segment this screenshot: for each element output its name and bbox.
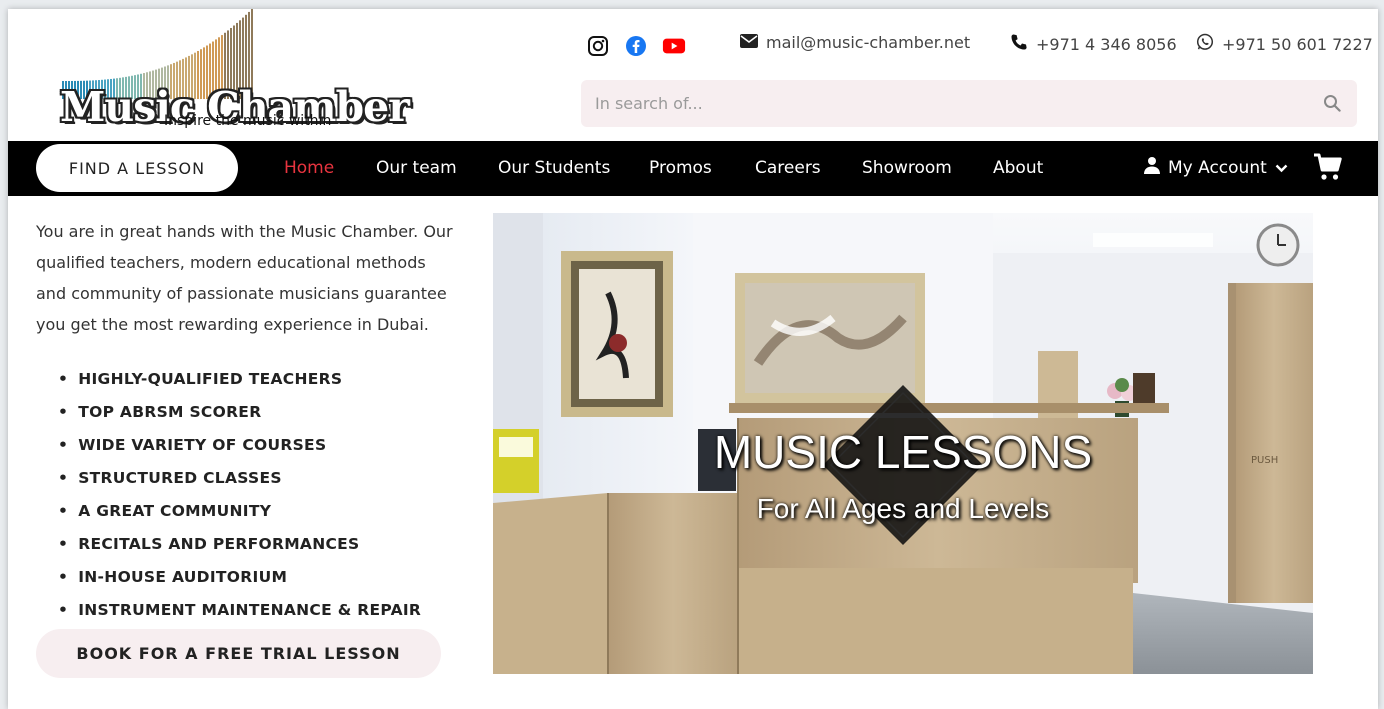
nav-item-our-students[interactable]: Our Students [498,158,610,178]
whatsapp-number: +971 50 601 7227 [1222,34,1373,54]
chevron-down-icon [1275,158,1288,178]
list-item: TOP ABRSM SCORER [58,398,421,431]
email-address: mail@music-chamber.net [766,33,971,52]
list-item: INSTRUMENT MAINTENANCE & REPAIR [58,596,421,629]
book-free-trial-button[interactable]: BOOK FOR A FREE TRIAL LESSON [36,629,441,678]
youtube-icon[interactable] [662,35,686,57]
email-contact[interactable]: mail@music-chamber.net [740,33,970,52]
instagram-icon[interactable] [586,35,610,57]
search-icon[interactable] [1323,94,1341,116]
list-item: STRUCTURED CLASSES [58,464,421,497]
site-logo[interactable]: Music Chamber Inspire the music within [58,9,410,137]
my-account-menu[interactable]: My Account [1144,156,1288,179]
list-item: HIGHLY-QUALIFIED TEACHERS [58,365,421,398]
nav-item-showroom[interactable]: Showroom [862,158,952,178]
cart-icon[interactable] [1313,153,1343,185]
list-item: A GREAT COMMUNITY [58,497,421,530]
my-account-label: My Account [1168,157,1267,178]
find-a-lesson-button[interactable]: FIND A LESSON [36,144,238,192]
list-item: IN-HOUSE AUDITORIUM [58,563,421,596]
main-nav: FIND A LESSON Home Our team Our Students… [8,141,1378,196]
nav-item-careers[interactable]: Careers [755,158,821,178]
whatsapp-contact[interactable]: +971 50 601 7227 [1196,33,1373,55]
facebook-icon[interactable] [624,35,648,57]
nav-item-promos[interactable]: Promos [649,158,712,178]
phone-contact[interactable]: +971 4 346 8056 [1010,33,1177,55]
phone-icon [1010,33,1028,55]
nav-item-home[interactable]: Home [284,158,334,178]
hero-subtitle: For All Ages and Levels [756,493,1050,524]
nav-item-our-team[interactable]: Our team [376,158,457,178]
social-links [586,35,686,57]
search-input[interactable] [581,80,1295,127]
envelope-icon [740,33,758,52]
page: Music Chamber Inspire the music within m… [8,9,1378,709]
logo-tagline: Inspire the music within [164,113,332,129]
user-icon [1144,156,1160,179]
list-item: RECITALS AND PERFORMANCES [58,530,421,563]
search-bar [581,80,1357,127]
list-item: WIDE VARIETY OF COURSES [58,431,421,464]
nav-item-about[interactable]: About [993,158,1043,178]
intro-text: You are in great hands with the Music Ch… [36,222,453,334]
feature-list: HIGHLY-QUALIFIED TEACHERS TOP ABRSM SCOR… [58,365,421,629]
hero-title: MUSIC LESSONS [713,426,1093,478]
whatsapp-icon [1196,33,1214,55]
phone-number: +971 4 346 8056 [1036,34,1177,54]
hero-banner[interactable]: PUSH MUSIC LESSONS For All Ages and Leve… [493,213,1313,674]
